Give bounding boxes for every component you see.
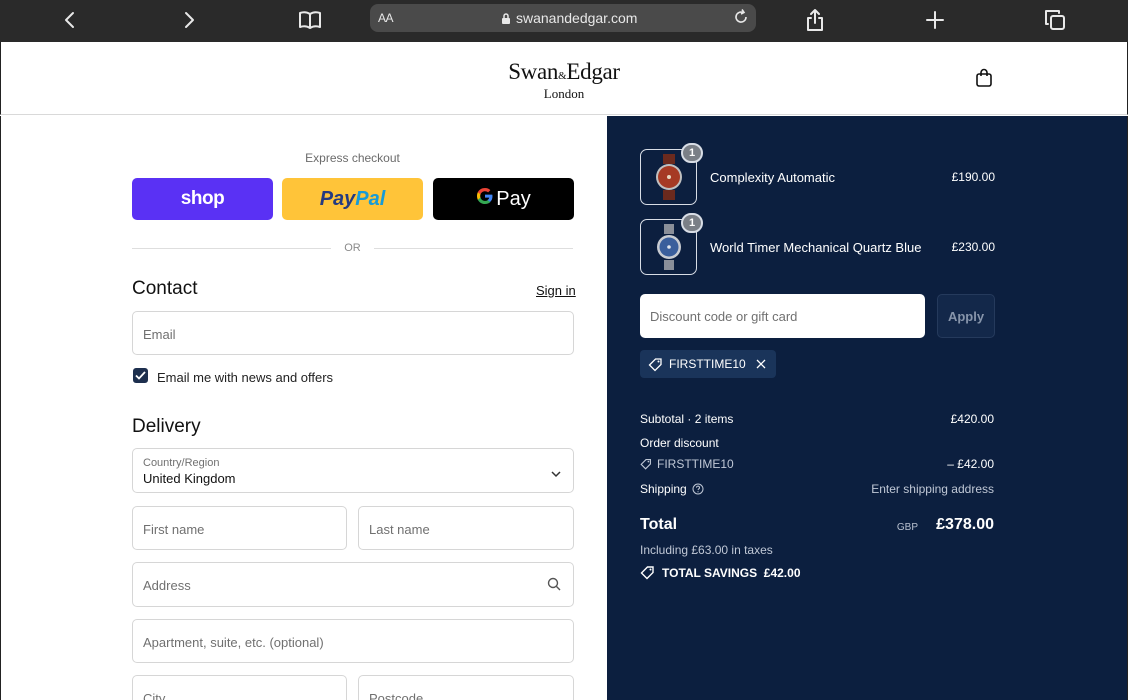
country-value: United Kingdom xyxy=(143,471,236,486)
sign-in-link[interactable]: Sign in xyxy=(536,283,576,298)
total-value: £378.00 xyxy=(936,516,994,533)
forward-icon[interactable] xyxy=(174,5,204,35)
help-icon[interactable] xyxy=(692,483,704,495)
city-field[interactable]: City xyxy=(132,675,347,700)
country-select[interactable]: Country/Region United Kingdom xyxy=(132,448,574,493)
discount-value: – £42.00 xyxy=(947,457,994,471)
shop-pay-button[interactable]: shop xyxy=(132,178,273,220)
country-label: Country/Region xyxy=(143,457,220,469)
tax-note: Including £63.00 in taxes xyxy=(640,543,773,557)
item-price: £230.00 xyxy=(951,240,995,254)
total-savings: TOTAL SAVINGS £42.00 xyxy=(640,565,801,580)
new-tab-icon[interactable] xyxy=(920,5,950,35)
chevron-down-icon xyxy=(551,465,561,483)
item-name: Complexity Automatic xyxy=(710,170,835,185)
shipping-value: Enter shipping address xyxy=(871,482,994,496)
paypal-label-pay: Pay xyxy=(319,187,356,210)
paypal-button[interactable]: Pay Pal xyxy=(282,178,423,220)
logo-subtitle: London xyxy=(543,86,585,101)
newsletter-label: Email me with news and offers xyxy=(157,370,334,385)
reload-icon[interactable] xyxy=(732,8,750,31)
postcode-field[interactable]: Postcode xyxy=(358,675,574,700)
last-name-field[interactable]: Last name xyxy=(358,506,574,550)
discount-code-row: FIRSTTIME10 xyxy=(640,457,734,471)
address-field[interactable]: Address xyxy=(132,562,574,607)
discount-placeholder: Discount code or gift card xyxy=(650,309,798,324)
cart-item: 1 Complexity Automatic £190.00 xyxy=(640,143,995,205)
share-icon[interactable] xyxy=(800,5,830,35)
lock-icon xyxy=(501,12,511,30)
subtotal-value: £420.00 xyxy=(950,412,994,426)
google-g-icon xyxy=(476,187,494,211)
tag-icon xyxy=(648,357,662,371)
contact-heading: Contact xyxy=(132,278,198,299)
google-pay-label: Pay xyxy=(496,187,531,210)
delivery-heading: Delivery xyxy=(132,416,201,437)
total-currency: GBP xyxy=(896,522,918,533)
remove-code-icon[interactable] xyxy=(756,359,766,369)
shopping-bag-icon[interactable] xyxy=(975,68,993,93)
google-pay-button[interactable]: Pay xyxy=(433,178,574,220)
watch-icon xyxy=(655,154,682,200)
paypal-label-pal: Pal xyxy=(355,187,386,210)
express-checkout-label: Express checkout xyxy=(305,151,400,165)
quantity-badge: 1 xyxy=(681,213,703,233)
logo-text-swan: Swan xyxy=(508,59,559,84)
discount-code-input[interactable]: Discount code or gift card xyxy=(640,294,925,338)
or-divider: OR xyxy=(132,242,573,256)
shipping-row: Shipping xyxy=(640,482,704,496)
apartment-placeholder: Apartment, suite, etc. (optional) xyxy=(143,635,324,650)
city-placeholder: City xyxy=(143,691,166,700)
last-name-placeholder: Last name xyxy=(369,522,430,537)
logo-text-edgar: Edgar xyxy=(566,59,620,84)
cart-item: 1 World Timer Mechanical Quartz Blue £23… xyxy=(640,213,995,275)
item-price: £190.00 xyxy=(951,170,995,184)
first-name-placeholder: First name xyxy=(143,522,205,537)
shipping-label: Shipping xyxy=(640,482,687,496)
or-label: OR xyxy=(344,242,361,254)
address-bar[interactable]: AA swanandedgar.com xyxy=(370,4,756,32)
newsletter-checkbox[interactable] xyxy=(133,368,148,383)
tag-icon xyxy=(640,459,651,470)
tabs-overview-icon[interactable] xyxy=(1040,5,1070,35)
email-field[interactable]: Email xyxy=(132,311,574,355)
apply-discount-button[interactable]: Apply xyxy=(937,294,995,338)
shop-pay-label: shop xyxy=(180,188,225,209)
email-placeholder: Email xyxy=(143,327,176,342)
order-discount-label: Order discount xyxy=(640,436,719,450)
postcode-placeholder: Postcode xyxy=(369,691,424,700)
store-logo[interactable]: Swan&Edgar London xyxy=(499,59,629,101)
total-label: Total xyxy=(640,516,678,533)
order-summary-panel: 1 Complexity Automatic £190.00 1 World T… xyxy=(607,116,1128,700)
item-name: World Timer Mechanical Quartz Blue xyxy=(710,240,922,255)
first-name-field[interactable]: First name xyxy=(132,506,347,550)
bookmarks-icon[interactable] xyxy=(295,5,325,35)
tag-icon xyxy=(640,566,654,580)
back-icon[interactable] xyxy=(55,5,85,35)
quantity-badge: 1 xyxy=(681,143,703,163)
applied-discount-tag: FIRSTTIME10 xyxy=(640,350,776,378)
store-header: Swan&Edgar London xyxy=(0,42,1128,115)
address-placeholder: Address xyxy=(143,578,191,593)
applied-code-label: FIRSTTIME10 xyxy=(669,357,746,371)
subtotal-label: Subtotal · 2 items xyxy=(640,412,734,426)
url-text: swanandedgar.com xyxy=(516,10,638,26)
search-icon xyxy=(547,577,561,596)
total-savings-text: TOTAL SAVINGS £42.00 xyxy=(662,565,801,580)
browser-toolbar: AA swanandedgar.com xyxy=(0,0,1128,42)
text-size-button[interactable]: AA xyxy=(378,11,394,25)
discount-code-text: FIRSTTIME10 xyxy=(657,457,734,471)
checkout-form-panel: Express checkout shop Pay Pal Pay OR Cont… xyxy=(0,116,607,700)
apartment-field[interactable]: Apartment, suite, etc. (optional) xyxy=(132,619,574,663)
watch-icon xyxy=(656,224,681,270)
